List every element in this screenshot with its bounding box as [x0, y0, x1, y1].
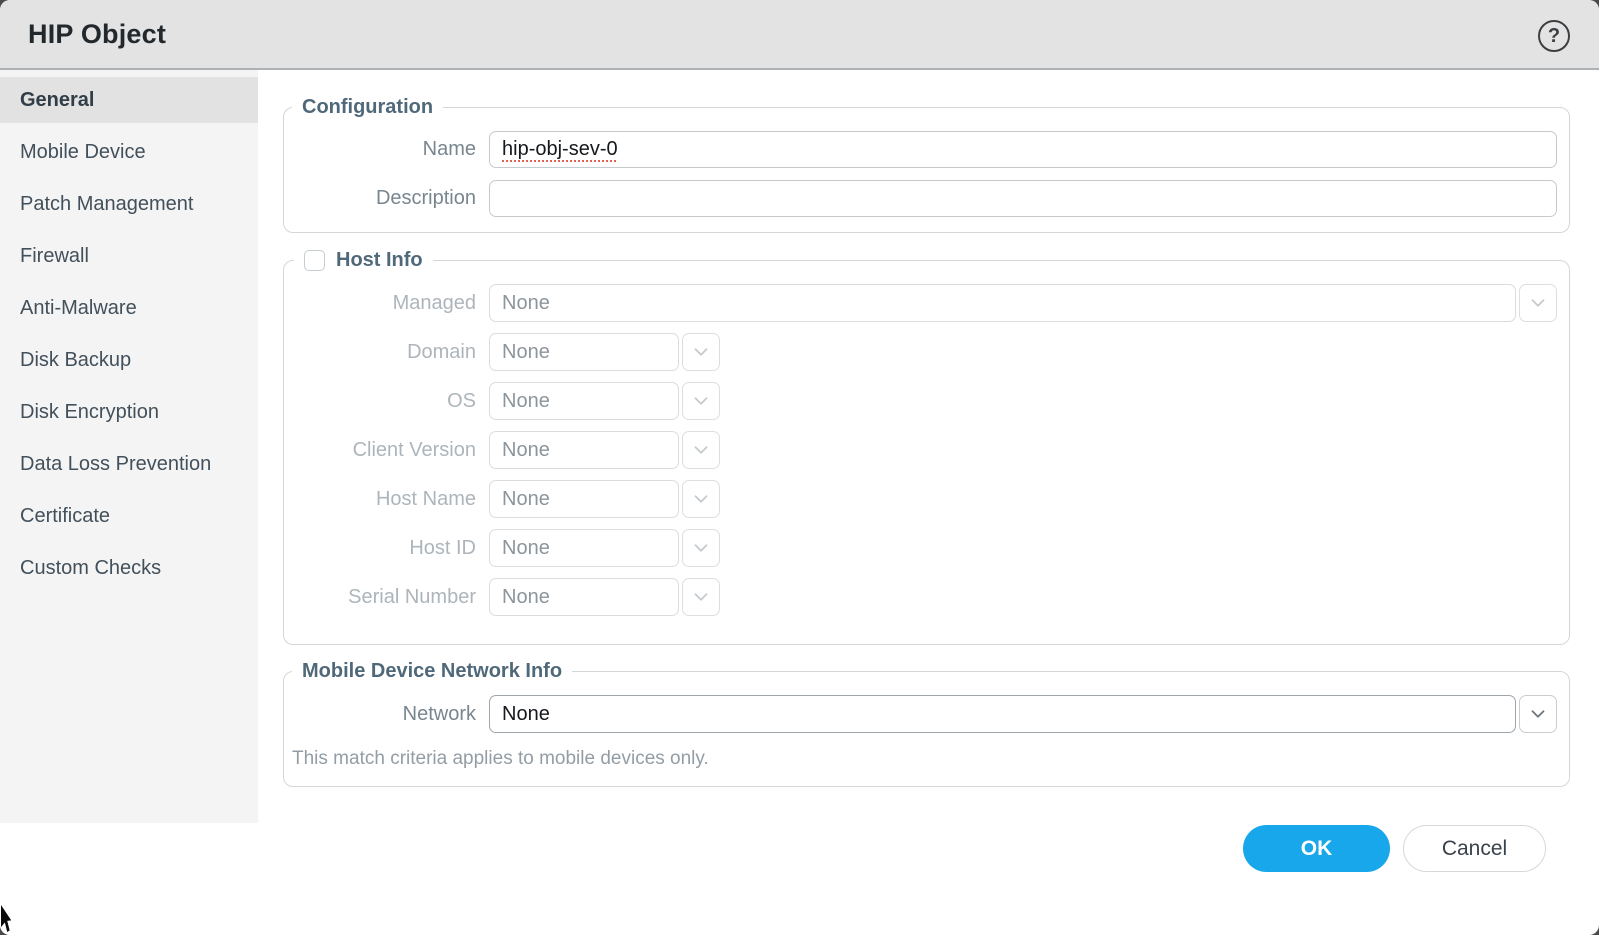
- sidebar-item-general[interactable]: General: [0, 77, 258, 123]
- managed-label: Managed: [392, 291, 476, 314]
- dialog-title: HIP Object: [28, 18, 167, 49]
- host-id-row: Host ID None: [284, 529, 1557, 567]
- chevron-down-icon[interactable]: [682, 382, 720, 420]
- general-tab-panel: Configuration Name hip-obj-sev-0 Descrip…: [258, 70, 1599, 935]
- os-dropdown[interactable]: None: [489, 382, 720, 420]
- dialog-sidebar: General Mobile Device Patch Management F…: [0, 70, 258, 935]
- hip-object-dialog: HIP Object ? General Mobile Device Patch…: [0, 0, 1599, 935]
- mobile-device-network-info-legend: Mobile Device Network Info: [302, 660, 563, 682]
- chevron-down-icon[interactable]: [1519, 284, 1557, 322]
- serial-number-dropdown-value[interactable]: None: [489, 578, 679, 616]
- client-version-row: Client Version None: [284, 431, 1557, 469]
- name-value: hip-obj-sev-0: [502, 138, 618, 160]
- serial-number-dropdown[interactable]: None: [489, 578, 720, 616]
- sidebar-item-mobile-device[interactable]: Mobile Device: [0, 129, 258, 175]
- sidebar-item-firewall[interactable]: Firewall: [0, 233, 258, 279]
- cancel-button[interactable]: Cancel: [1403, 825, 1546, 872]
- chevron-down-icon[interactable]: [682, 333, 720, 371]
- os-label: OS: [447, 389, 476, 412]
- sidebar-item-disk-encryption[interactable]: Disk Encryption: [0, 389, 258, 435]
- configuration-section: Configuration Name hip-obj-sev-0 Descrip…: [283, 96, 1570, 233]
- network-dropdown-value[interactable]: None: [489, 695, 1516, 733]
- configuration-legend: Configuration: [302, 96, 434, 118]
- name-label: Name: [422, 138, 476, 160]
- os-dropdown-value[interactable]: None: [489, 382, 679, 420]
- ok-button[interactable]: OK: [1243, 825, 1390, 872]
- managed-dropdown[interactable]: None: [489, 284, 1557, 322]
- client-version-label: Client Version: [352, 438, 476, 461]
- network-dropdown[interactable]: None: [489, 695, 1557, 733]
- host-name-row: Host Name None: [284, 480, 1557, 518]
- client-version-dropdown-value[interactable]: None: [489, 431, 679, 469]
- host-name-label: Host Name: [375, 487, 476, 510]
- host-name-dropdown-value[interactable]: None: [489, 480, 679, 518]
- managed-dropdown-value[interactable]: None: [489, 284, 1516, 322]
- chevron-down-icon[interactable]: [682, 431, 720, 469]
- sidebar-item-custom-checks[interactable]: Custom Checks: [0, 545, 258, 591]
- sidebar-item-data-loss-prevention[interactable]: Data Loss Prevention: [0, 441, 258, 487]
- sidebar-item-patch-management[interactable]: Patch Management: [0, 181, 258, 227]
- mobile-note: This match criteria applies to mobile de…: [292, 748, 709, 769]
- domain-dropdown[interactable]: None: [489, 333, 720, 371]
- serial-number-label: Serial Number: [348, 585, 476, 608]
- chevron-down-icon[interactable]: [682, 480, 720, 518]
- host-info-legend: Host Info: [294, 249, 433, 272]
- host-info-checkbox[interactable]: [304, 250, 325, 271]
- description-label: Description: [375, 187, 476, 209]
- name-row: Name hip-obj-sev-0: [284, 131, 1557, 168]
- mobile-device-network-info-section: Mobile Device Network Info Network None …: [283, 660, 1570, 787]
- host-info-section: Host Info Managed None Domain None OS No…: [283, 249, 1570, 645]
- sidebar-item-certificate[interactable]: Certificate: [0, 493, 258, 539]
- host-name-dropdown[interactable]: None: [489, 480, 720, 518]
- host-info-legend-label: Host Info: [336, 249, 423, 271]
- host-id-dropdown-value[interactable]: None: [489, 529, 679, 567]
- os-row: OS None: [284, 382, 1557, 420]
- chevron-down-icon[interactable]: [682, 529, 720, 567]
- domain-row: Domain None: [284, 333, 1557, 371]
- name-input[interactable]: hip-obj-sev-0: [489, 131, 1557, 168]
- description-row: Description: [284, 180, 1557, 217]
- host-id-label: Host ID: [409, 536, 476, 559]
- chevron-down-icon[interactable]: [682, 578, 720, 616]
- host-id-dropdown[interactable]: None: [489, 529, 720, 567]
- managed-row: Managed None: [284, 284, 1557, 322]
- dialog-titlebar: HIP Object ?: [0, 0, 1599, 70]
- network-label: Network: [402, 702, 476, 725]
- sidebar-item-anti-malware[interactable]: Anti-Malware: [0, 285, 258, 331]
- help-icon[interactable]: ?: [1538, 20, 1570, 52]
- dialog-footer: OK Cancel: [283, 825, 1570, 872]
- chevron-down-icon[interactable]: [1519, 695, 1557, 733]
- serial-number-row: Serial Number None: [284, 578, 1557, 616]
- domain-label: Domain: [407, 340, 476, 363]
- description-input[interactable]: [489, 180, 1557, 217]
- sidebar-item-disk-backup[interactable]: Disk Backup: [0, 337, 258, 383]
- client-version-dropdown[interactable]: None: [489, 431, 720, 469]
- network-row: Network None: [284, 695, 1557, 733]
- domain-dropdown-value[interactable]: None: [489, 333, 679, 371]
